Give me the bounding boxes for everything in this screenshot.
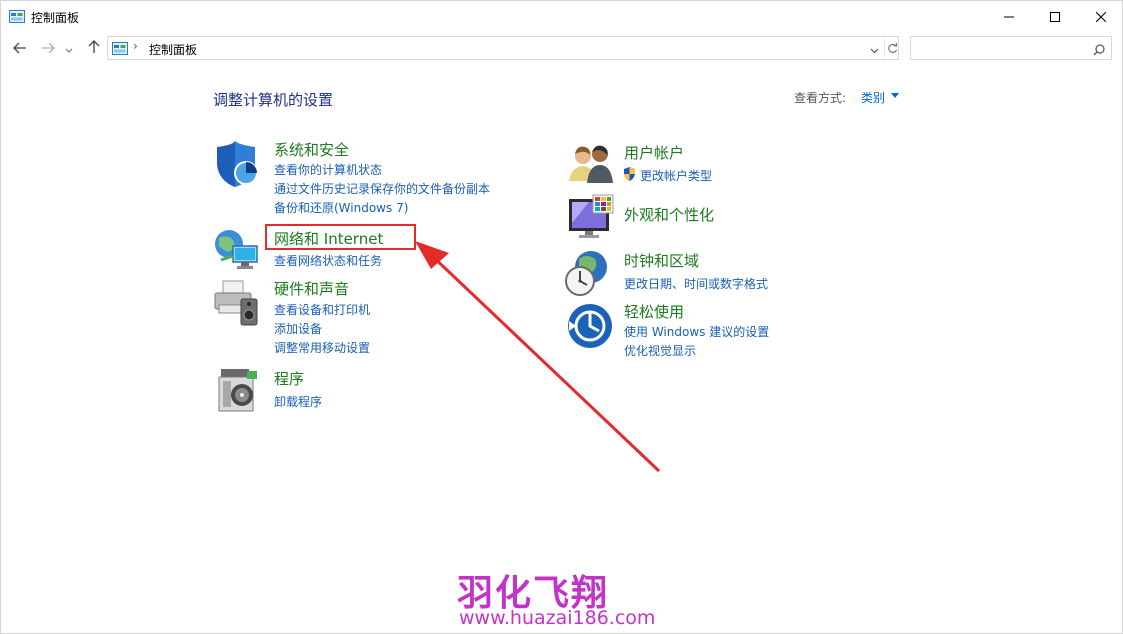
- breadcrumb[interactable]: 控制面板: [149, 41, 197, 58]
- breadcrumb-separator[interactable]: ›: [133, 39, 138, 53]
- category-link[interactable]: 卸载程序: [274, 393, 322, 410]
- printer-icon[interactable]: [213, 279, 261, 327]
- recent-locations-button[interactable]: [63, 38, 75, 58]
- close-icon: [1095, 7, 1107, 26]
- maximize-icon: [1050, 7, 1060, 26]
- navigation-bar: › 控制面板: [1, 35, 1123, 61]
- category-link[interactable]: 更改帐户类型: [640, 167, 712, 184]
- close-button[interactable]: [1078, 1, 1123, 31]
- minimize-button[interactable]: [986, 1, 1032, 31]
- shield-icon[interactable]: [213, 141, 261, 189]
- programs-disc-icon[interactable]: [217, 367, 265, 415]
- users-icon[interactable]: [567, 141, 615, 189]
- chevron-down-icon[interactable]: [891, 93, 899, 98]
- minimize-icon: [1004, 7, 1014, 26]
- page-title: 调整计算机的设置: [213, 91, 334, 109]
- search-icon: [1093, 41, 1105, 60]
- up-button[interactable]: [85, 38, 103, 58]
- back-arrow-icon: [13, 39, 27, 58]
- control-panel-icon: [9, 9, 25, 23]
- category-title[interactable]: 硬件和声音: [274, 278, 349, 299]
- control-panel-window: 控制面板 › 控制面板 调整计算机的设置 查看方式: 类别 系统和安全 查看你的…: [0, 0, 1123, 634]
- view-by-label: 查看方式:: [794, 91, 847, 105]
- window-title: 控制面板: [31, 11, 80, 25]
- search-input[interactable]: [910, 36, 1112, 60]
- back-button[interactable]: [11, 38, 29, 58]
- chevron-down-icon: [65, 39, 73, 58]
- category-title[interactable]: 外观和个性化: [624, 204, 714, 225]
- control-panel-icon: [112, 41, 128, 55]
- uac-shield-icon: [623, 166, 636, 185]
- category-link[interactable]: 调整常用移动设置: [274, 339, 370, 356]
- category-title[interactable]: 用户帐户: [624, 142, 684, 163]
- network-globe-icon[interactable]: [213, 226, 261, 274]
- refresh-icon: [887, 39, 898, 58]
- annotation-arrow: [415, 241, 661, 473]
- category-link[interactable]: 添加设备: [274, 320, 322, 337]
- up-arrow-icon: [88, 39, 100, 58]
- category-link[interactable]: 查看你的计算机状态: [274, 161, 382, 178]
- category-link[interactable]: 备份和还原(Windows 7): [274, 199, 408, 216]
- watermark-url: www.huazai186.com: [459, 607, 656, 629]
- maximize-button[interactable]: [1032, 1, 1078, 31]
- category-link[interactable]: 查看设备和打印机: [274, 301, 370, 318]
- view-by-dropdown[interactable]: 类别: [861, 89, 885, 106]
- category-link[interactable]: 通过文件历史记录保存你的文件备份副本: [274, 180, 490, 197]
- annotation-highlight-box: [265, 224, 416, 250]
- address-dropdown-button[interactable]: [866, 39, 882, 57]
- refresh-button[interactable]: [884, 38, 900, 58]
- category-title[interactable]: 程序: [274, 368, 304, 389]
- title-bar[interactable]: 控制面板: [1, 1, 1123, 33]
- address-bar[interactable]: › 控制面板: [107, 36, 899, 60]
- forward-arrow-icon: [41, 39, 55, 58]
- forward-button[interactable]: [39, 38, 57, 58]
- category-link[interactable]: 查看网络状态和任务: [274, 252, 382, 269]
- category-title[interactable]: 系统和安全: [274, 139, 349, 160]
- chevron-down-icon: [870, 39, 879, 58]
